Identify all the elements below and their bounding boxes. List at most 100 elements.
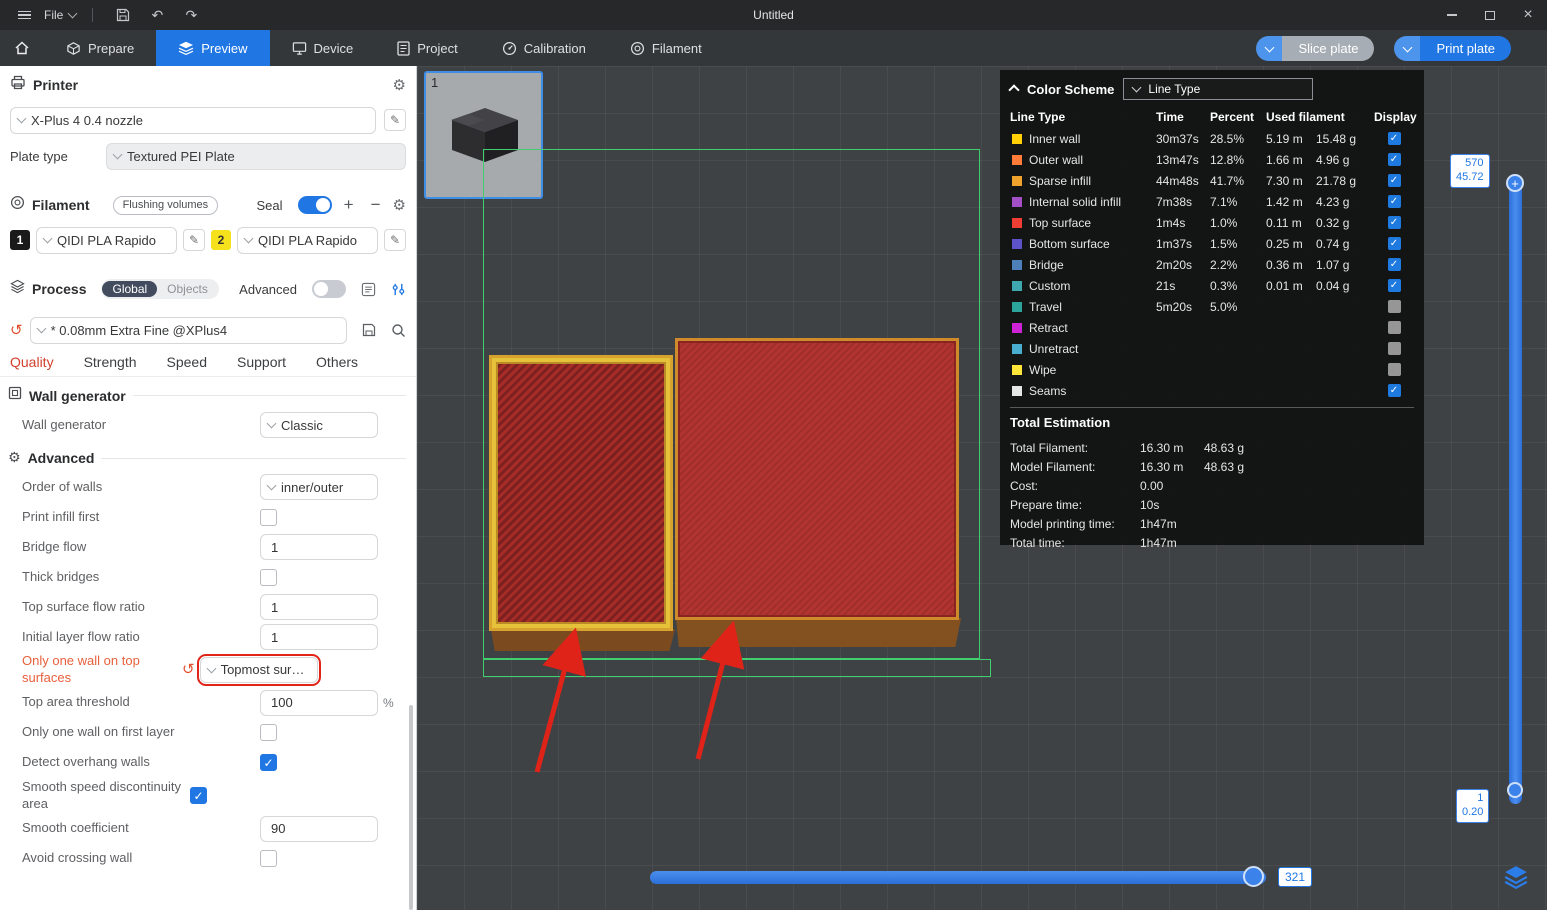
setting-input-smooth-coefficient[interactable]: 90: [260, 815, 378, 842]
chevron-down-icon: [266, 480, 277, 491]
model-right-top-face[interactable]: [675, 338, 959, 620]
minimize-button[interactable]: [1433, 0, 1471, 30]
setting-select-only-one-wall-on-top-surfaces[interactable]: Topmost sur…: [196, 653, 321, 686]
preset-list-icon[interactable]: [361, 282, 376, 297]
setting-input-top-area-threshold[interactable]: 100: [260, 689, 378, 716]
tab-filament[interactable]: Filament: [608, 30, 724, 66]
setting-input-bridge-flow[interactable]: 1: [260, 534, 378, 560]
display-checkbox-bridge[interactable]: ✓: [1387, 258, 1401, 271]
setting-label: Only one wall on first layer: [22, 724, 175, 740]
3d-viewport[interactable]: 1 Color Scheme Line Type Line Type Time …: [417, 66, 1547, 910]
seal-toggle[interactable]: [297, 196, 332, 214]
printer-settings-gear-icon[interactable]: ⚙: [393, 76, 406, 94]
layer-slider-top-handle[interactable]: +: [1506, 174, 1524, 192]
remove-filament-button[interactable]: −: [366, 195, 386, 215]
layer-slider-bottom-handle[interactable]: [1507, 782, 1523, 798]
display-checkbox-outer-wall[interactable]: ✓: [1387, 153, 1401, 166]
display-checkbox-internal-solid-infill[interactable]: ✓: [1387, 195, 1401, 208]
model-left-top-face[interactable]: [489, 355, 673, 631]
edit-filament-icon-1[interactable]: ✎: [183, 229, 205, 251]
display-checkbox-unretract[interactable]: [1387, 342, 1401, 355]
process-tab-strength[interactable]: Strength: [84, 354, 137, 370]
flushing-volumes-button[interactable]: Flushing volumes: [112, 195, 219, 215]
setting-checkbox-thick-bridges[interactable]: [260, 568, 277, 586]
filament-settings-gear-icon[interactable]: ⚙: [393, 196, 406, 214]
layers-view-icon[interactable]: [1502, 863, 1530, 891]
print-dropdown-arrow[interactable]: [1394, 35, 1421, 61]
setting-input-initial-layer-flow-ratio[interactable]: 1: [260, 624, 378, 650]
setting-select-wall-generator[interactable]: Classic: [260, 412, 378, 438]
process-tab-support[interactable]: Support: [237, 354, 286, 370]
process-tab-speed[interactable]: Speed: [167, 354, 207, 370]
save-icon[interactable]: [109, 4, 137, 26]
edit-printer-icon[interactable]: ✎: [384, 109, 406, 131]
app-menu-button[interactable]: [10, 4, 38, 26]
tab-calibration[interactable]: Calibration: [480, 30, 608, 66]
search-icon[interactable]: [391, 323, 406, 338]
setting-row-smooth-coefficient: Smooth coefficient 90: [0, 814, 416, 844]
reset-preset-icon[interactable]: ↺: [10, 323, 23, 338]
step-slider-track[interactable]: [650, 871, 1266, 884]
save-preset-icon[interactable]: [362, 323, 376, 337]
display-checkbox-wipe[interactable]: [1387, 363, 1401, 376]
redo-icon[interactable]: ↷: [177, 4, 205, 26]
color-scheme-mode-select[interactable]: Line Type: [1123, 78, 1314, 100]
color-swatch: [1012, 133, 1022, 144]
display-checkbox-bottom-surface[interactable]: ✓: [1387, 237, 1401, 250]
slice-plate-button[interactable]: Slice plate: [1256, 35, 1375, 61]
display-checkbox-retract[interactable]: [1387, 321, 1401, 334]
undo-icon[interactable]: ↶: [143, 4, 171, 26]
revert-setting-icon[interactable]: ↺: [182, 662, 195, 677]
display-checkbox-inner-wall[interactable]: ✓: [1387, 132, 1401, 145]
group-header-wall-generator[interactable]: Wall generator: [0, 377, 416, 410]
display-checkbox-sparse-infill[interactable]: ✓: [1387, 174, 1401, 187]
process-icon: [10, 279, 25, 299]
filament-preset-select-2[interactable]: QIDI PLA Rapido: [237, 226, 378, 254]
tab-project[interactable]: Project: [375, 30, 479, 66]
compare-params-icon[interactable]: [391, 282, 406, 297]
setting-label: Top area threshold: [22, 694, 130, 710]
display-checkbox-travel[interactable]: [1387, 300, 1401, 313]
calibration-icon: [502, 41, 517, 56]
close-button[interactable]: ×: [1509, 0, 1547, 30]
collapse-panel-button[interactable]: [1008, 82, 1020, 97]
maximize-button[interactable]: [1471, 0, 1509, 30]
display-checkbox-top-surface[interactable]: ✓: [1387, 216, 1401, 229]
filament-slot-2[interactable]: 2: [211, 230, 231, 250]
sidebar-scrollbar[interactable]: [409, 705, 413, 910]
setting-input-top-surface-flow-ratio[interactable]: 1: [260, 594, 378, 620]
process-preset-select[interactable]: * 0.08mm Extra Fine @XPlus4: [29, 316, 347, 344]
setting-row-only-one-wall-on-top-surfaces: Only one wall on top surfaces ↺ Topmost su…: [0, 652, 416, 688]
setting-checkbox-smooth-speed-discontinuity-area[interactable]: ✓: [190, 787, 207, 805]
setting-checkbox-avoid-crossing-wall[interactable]: [260, 850, 277, 868]
process-tabs: Quality Strength Speed Support Others: [0, 344, 416, 377]
group-header-advanced[interactable]: ⚙ Advanced: [0, 440, 416, 472]
home-button[interactable]: [0, 30, 44, 66]
tab-device[interactable]: Device: [270, 30, 376, 66]
process-tab-others[interactable]: Others: [316, 354, 358, 370]
printer-preset-select[interactable]: X-Plus 4 0.4 nozzle: [10, 106, 376, 134]
slice-dropdown-arrow[interactable]: [1256, 35, 1283, 61]
process-tab-quality[interactable]: Quality: [10, 354, 54, 370]
setting-checkbox-detect-overhang-walls[interactable]: ✓: [260, 754, 277, 772]
setting-select-order-of-walls[interactable]: inner/outer: [260, 474, 378, 500]
line-type-row-unretract: Unretract: [1010, 338, 1414, 359]
file-menu[interactable]: File: [44, 8, 63, 22]
setting-checkbox-only-one-wall-on-first-layer[interactable]: [260, 724, 277, 742]
display-checkbox-seams[interactable]: ✓: [1387, 384, 1401, 397]
print-plate-button[interactable]: Print plate: [1394, 35, 1511, 61]
layer-slider-track[interactable]: [1509, 176, 1522, 804]
setting-checkbox-print-infill-first[interactable]: [260, 508, 277, 526]
step-slider-handle[interactable]: [1243, 866, 1264, 887]
filament-slot-1[interactable]: 1: [10, 230, 30, 250]
display-checkbox-custom[interactable]: ✓: [1387, 279, 1401, 292]
add-filament-button[interactable]: +: [339, 195, 359, 215]
scope-objects-button[interactable]: Objects: [157, 281, 218, 297]
advanced-toggle[interactable]: [312, 280, 346, 298]
scope-global-button[interactable]: Global: [102, 281, 158, 297]
filament-preset-select-1[interactable]: QIDI PLA Rapido: [36, 226, 177, 254]
tab-prepare[interactable]: Prepare: [44, 30, 156, 66]
tab-preview[interactable]: Preview: [156, 30, 270, 66]
edit-filament-icon-2[interactable]: ✎: [384, 229, 406, 251]
plate-type-select[interactable]: Textured PEI Plate: [106, 142, 406, 170]
